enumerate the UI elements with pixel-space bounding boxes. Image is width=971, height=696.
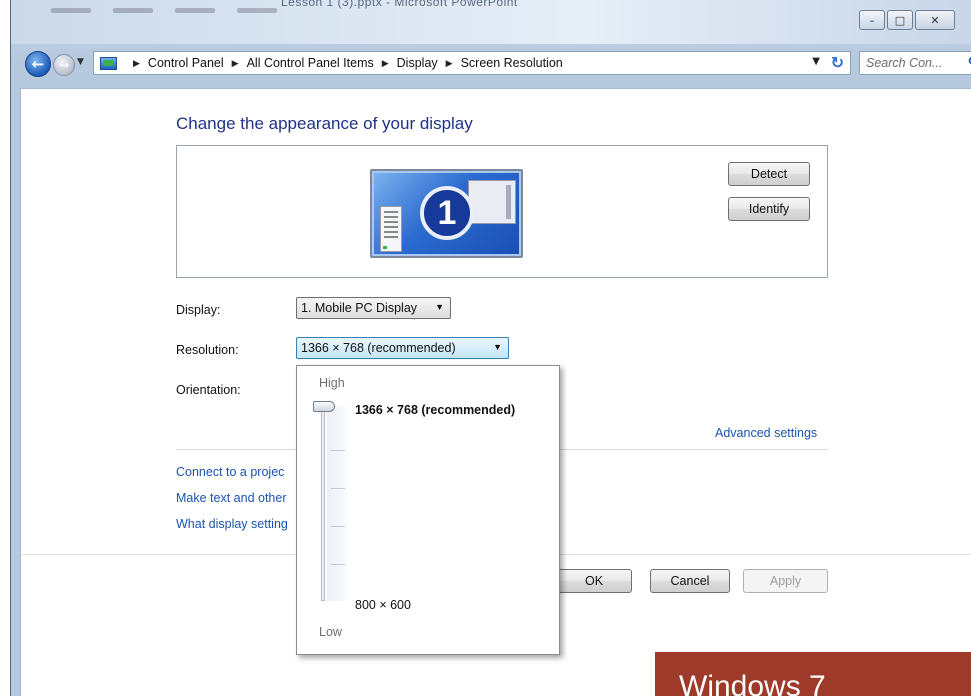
connect-projector-link[interactable]: Connect to a projec: [176, 465, 284, 479]
monitor-window-icon: [380, 206, 402, 252]
page-title: Change the appearance of your display: [176, 114, 473, 133]
monitor-window-icon: [468, 180, 516, 224]
display-settings-help-link[interactable]: What display setting: [176, 517, 288, 531]
search-placeholder: Search Con...: [866, 56, 943, 70]
monitor-1-icon[interactable]: 1: [370, 169, 523, 258]
ok-button[interactable]: OK: [556, 569, 632, 593]
resolution-slider-thumb[interactable]: [313, 401, 335, 412]
navigation-bar: ← → ▼ ▶ Control Panel ▶ All Control Pane…: [11, 48, 971, 78]
resolution-select-value: 1366 × 768 (recommended): [301, 341, 456, 355]
close-button[interactable]: ✕: [915, 10, 955, 30]
breadcrumb-separator-icon[interactable]: ▶: [382, 58, 389, 69]
breadcrumb-all-items[interactable]: All Control Panel Items: [247, 56, 374, 70]
maximize-button[interactable]: □: [887, 10, 913, 30]
detect-button[interactable]: Detect: [728, 162, 810, 186]
window-title: Lesson 1 (3).pptx - Microsoft PowerPoint: [281, 0, 518, 9]
refresh-icon[interactable]: ↻: [831, 53, 844, 72]
windows-7-watermark: Windows 7: [655, 652, 971, 696]
text-size-link[interactable]: Make text and other: [176, 491, 286, 505]
back-button[interactable]: ←: [25, 51, 51, 77]
display-label: Display:: [176, 303, 221, 317]
breadcrumb: ▶ Control Panel ▶ All Control Panel Item…: [125, 56, 563, 70]
control-panel-icon: [100, 56, 117, 70]
apply-button: Apply: [743, 569, 828, 593]
breadcrumb-separator-icon[interactable]: ▶: [133, 58, 140, 69]
identify-button[interactable]: Identify: [728, 197, 810, 221]
slider-bottom-value: 800 × 600: [355, 598, 411, 612]
slider-tick: [331, 526, 345, 527]
search-input[interactable]: Search Con... ⚲: [859, 51, 971, 75]
breadcrumb-separator-icon[interactable]: ▶: [446, 58, 453, 69]
chevron-down-icon: ▼: [435, 302, 444, 312]
monitor-number: 1: [420, 186, 474, 240]
breadcrumb-control-panel[interactable]: Control Panel: [148, 56, 224, 70]
chevron-down-icon: ▼: [493, 342, 502, 352]
display-select-value: 1. Mobile PC Display: [301, 301, 418, 315]
breadcrumb-separator-icon[interactable]: ▶: [232, 58, 239, 69]
cancel-button[interactable]: Cancel: [650, 569, 730, 593]
content-area: Change the appearance of your display 1 …: [20, 88, 971, 696]
display-select[interactable]: 1. Mobile PC Display ▼: [296, 297, 451, 319]
slider-tick: [331, 564, 345, 565]
slider-low-label: Low: [319, 625, 342, 639]
address-dropdown-icon[interactable]: ▼: [812, 56, 820, 67]
title-bar[interactable]: Lesson 1 (3).pptx - Microsoft PowerPoint…: [11, 0, 971, 44]
history-dropdown-icon[interactable]: ▼: [77, 57, 84, 67]
breadcrumb-screen-resolution[interactable]: Screen Resolution: [461, 56, 563, 70]
resolution-slider-track[interactable]: [321, 406, 325, 601]
resolution-select[interactable]: 1366 × 768 (recommended) ▼: [296, 337, 509, 359]
slider-high-label: High: [319, 376, 345, 390]
resolution-label: Resolution:: [176, 343, 239, 357]
monitor-arrangement-panel: 1 Detect Identify: [176, 145, 828, 278]
window-controls: – □ ✕: [859, 10, 955, 30]
address-bar[interactable]: ▶ Control Panel ▶ All Control Panel Item…: [93, 51, 851, 75]
resolution-dropdown[interactable]: High 1366 × 768 (recommended) 800 × 600 …: [296, 365, 560, 655]
breadcrumb-display[interactable]: Display: [397, 56, 438, 70]
slider-gradient: [327, 406, 347, 601]
advanced-settings-link[interactable]: Advanced settings: [715, 426, 817, 440]
slider-tick: [331, 488, 345, 489]
minimize-button[interactable]: –: [859, 10, 885, 30]
orientation-label: Orientation:: [176, 383, 241, 397]
forward-button[interactable]: →: [53, 54, 75, 76]
slider-tick: [331, 450, 345, 451]
slider-top-value: 1366 × 768 (recommended): [355, 403, 516, 417]
